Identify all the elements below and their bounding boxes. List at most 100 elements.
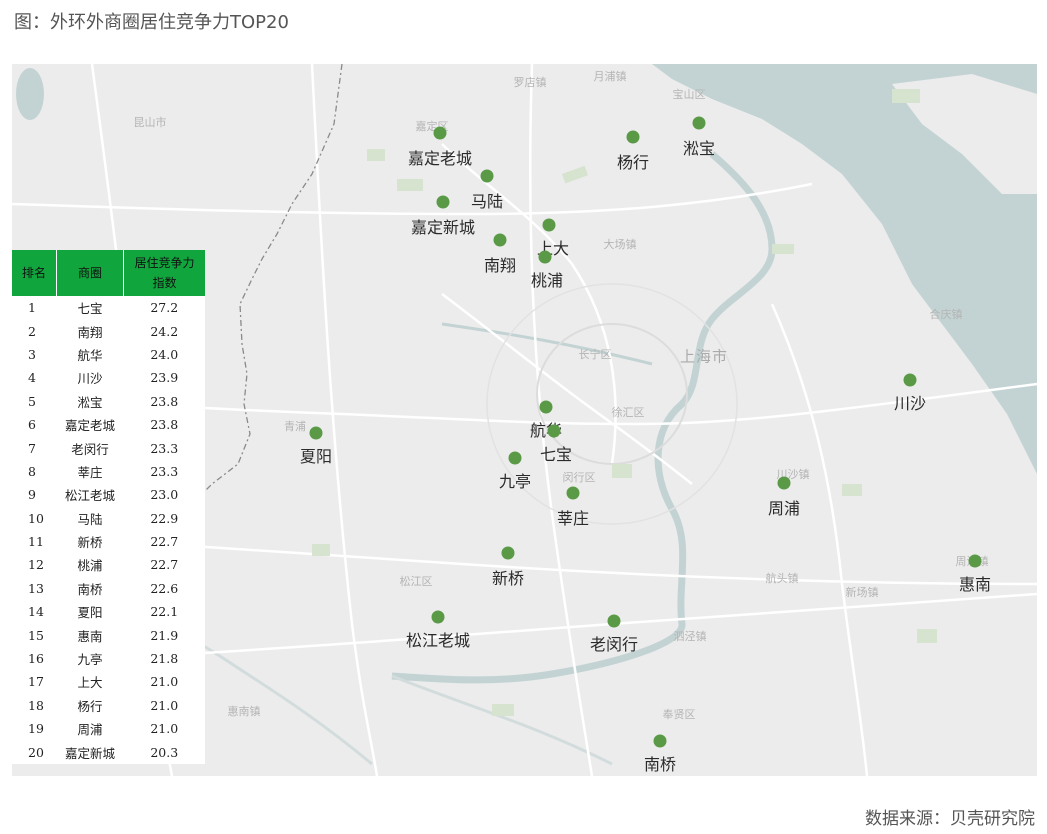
map-marker-dot[interactable]	[547, 424, 561, 438]
row-rank: 3	[28, 346, 36, 362]
map-marker-dot[interactable]	[692, 116, 706, 130]
table-row: 16 九亭 21.8	[12, 647, 205, 670]
table-row: 6 嘉定老城 23.8	[12, 413, 205, 436]
row-score: 23.8	[150, 417, 179, 433]
row-rank: 10	[28, 510, 44, 526]
header-name: 商圈	[56, 250, 124, 296]
table-row: 3 航华 24.0	[12, 343, 205, 366]
lake	[16, 68, 44, 120]
map-marker-label: 南翔	[483, 256, 517, 275]
header-rank: 排名	[12, 250, 57, 296]
header-score-line1: 居住竞争力	[134, 256, 195, 270]
map-marker-dot[interactable]	[538, 250, 552, 264]
map-marker-label: 桃浦	[530, 271, 564, 290]
row-score: 22.6	[150, 580, 179, 596]
row-score: 22.7	[150, 557, 179, 573]
row-rank: 20	[28, 744, 44, 760]
table-row: 13 南桥 22.6	[12, 577, 205, 600]
map-marker-dot[interactable]	[566, 486, 580, 500]
map-marker-label: 南桥	[643, 755, 677, 774]
row-name: 嘉定新城	[64, 745, 115, 761]
district-label: 奉贤区	[662, 708, 696, 721]
map-marker-dot[interactable]	[501, 546, 515, 560]
table-row: 7 老闵行 23.3	[12, 436, 205, 459]
row-score: 21.9	[150, 627, 179, 643]
map-marker-dot[interactable]	[508, 451, 522, 465]
row-score: 27.2	[150, 300, 179, 316]
city-label-shanghai: 上海市	[679, 347, 729, 366]
map-marker-label: 九亭	[498, 472, 532, 491]
table-row: 1 七宝 27.2	[12, 296, 205, 319]
map-marker-dot[interactable]	[607, 614, 621, 628]
row-rank: 1	[28, 300, 36, 316]
map-marker-dot[interactable]	[480, 169, 494, 183]
map-marker-dot[interactable]	[309, 426, 323, 440]
row-score: 23.8	[150, 393, 179, 409]
map-marker-dot[interactable]	[539, 400, 553, 414]
map-marker-dot[interactable]	[653, 734, 667, 748]
row-rank: 2	[28, 323, 36, 339]
row-name: 南翔	[77, 324, 103, 340]
table-row: 8 莘庄 23.3	[12, 460, 205, 483]
header-score-line2: 指数	[152, 276, 177, 290]
row-rank: 7	[28, 440, 36, 456]
row-name: 新桥	[77, 535, 103, 551]
row-rank: 19	[28, 721, 44, 737]
row-rank: 11	[28, 534, 44, 550]
district-label: 昆山市	[133, 116, 167, 129]
district-label: 月浦镇	[593, 70, 627, 83]
table-row: 17 上大 21.0	[12, 670, 205, 693]
row-rank: 16	[28, 651, 44, 667]
row-score: 21.0	[150, 674, 179, 690]
row-rank: 4	[28, 370, 36, 386]
map-marker-label: 川沙	[893, 394, 927, 413]
map-marker-dot[interactable]	[436, 195, 450, 209]
row-rank: 18	[28, 697, 44, 713]
row-name: 航华	[77, 347, 103, 363]
map-marker-dot[interactable]	[777, 476, 791, 490]
row-name: 夏阳	[77, 605, 103, 621]
map-marker-dot[interactable]	[431, 610, 445, 624]
table-row: 10 马陆 22.9	[12, 507, 205, 530]
row-name: 上大	[77, 675, 103, 691]
map-marker-dot[interactable]	[903, 373, 917, 387]
row-score: 21.8	[150, 651, 179, 667]
district-label: 航头镇	[765, 572, 799, 585]
source-note: 数据来源：贝壳研究院	[865, 809, 1035, 829]
district-label: 青浦	[284, 420, 306, 433]
row-score: 21.0	[150, 721, 179, 737]
table-row: 20 嘉定新城 20.3	[12, 740, 205, 763]
table-row: 4 川沙 23.9	[12, 366, 205, 389]
row-name: 桃浦	[77, 558, 103, 574]
map-marker-label: 嘉定老城	[407, 149, 473, 168]
map-marker-dot[interactable]	[542, 218, 556, 232]
row-score: 23.3	[150, 440, 179, 456]
row-score: 23.3	[150, 463, 179, 479]
row-score: 22.1	[150, 604, 179, 620]
row-name: 淞宝	[77, 394, 103, 410]
district-label: 大场镇	[603, 238, 637, 251]
map-marker-dot[interactable]	[433, 126, 447, 140]
table-header-row: 排名 商圈 居住竞争力 指数	[12, 250, 205, 296]
district-label: 闵行区	[562, 471, 596, 484]
table-row: 5 淞宝 23.8	[12, 390, 205, 413]
district-label: 宝山区	[672, 88, 706, 101]
row-name: 马陆	[77, 511, 103, 527]
map-marker-dot[interactable]	[626, 130, 640, 144]
row-score: 22.9	[150, 510, 179, 526]
row-name: 杨行	[77, 698, 103, 714]
row-name: 老闵行	[71, 441, 109, 457]
row-rank: 12	[28, 557, 44, 573]
row-score: 24.2	[150, 323, 179, 339]
map-marker-label: 莘庄	[556, 509, 590, 528]
row-rank: 9	[28, 487, 36, 503]
row-name: 嘉定老城	[64, 418, 115, 434]
row-name: 九亭	[77, 652, 103, 668]
map-marker-label: 松江老城	[405, 631, 471, 650]
table-row: 9 松江老城 23.0	[12, 483, 205, 506]
row-score: 22.7	[150, 534, 179, 550]
row-name: 七宝	[77, 301, 103, 317]
map-marker-dot[interactable]	[968, 554, 982, 568]
map-marker-label: 七宝	[539, 445, 573, 464]
map-marker-dot[interactable]	[493, 233, 507, 247]
